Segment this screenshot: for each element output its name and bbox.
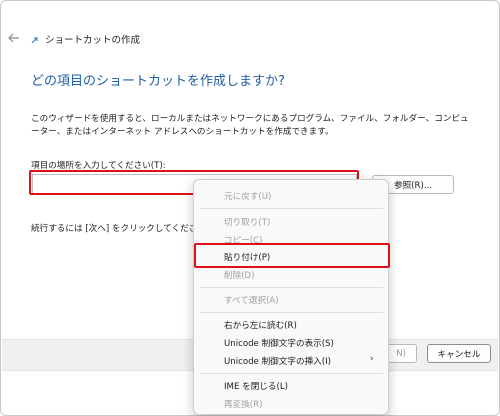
menu-separator	[200, 373, 383, 374]
continue-instruction: 続行するには [次へ] をクリックしてください。	[31, 224, 215, 234]
menu-item-reconvert[interactable]: 再変換(R)	[224, 398, 262, 410]
back-arrow-icon[interactable]	[5, 29, 23, 47]
menu-item-insert-unicode[interactable]: Unicode 制御文字の挿入(I)	[224, 355, 331, 367]
menu-item-right-to-left[interactable]: 右から左に読む(R)	[224, 319, 297, 331]
chevron-right-icon: ›	[370, 354, 374, 364]
page-heading: どの項目のショートカットを作成しますか?	[31, 74, 285, 89]
menu-separator	[200, 312, 383, 313]
menu-item-show-unicode[interactable]: Unicode 制御文字の表示(S)	[224, 337, 334, 349]
context-menu: 元に戻す(U) 切り取り(T) コピー(C) 貼り付け(P) 削除(D) すべて…	[193, 179, 389, 415]
menu-item-close-ime[interactable]: IME を閉じる(L)	[224, 380, 288, 392]
wizard-description: このウィザードを使用すると、ローカルまたはネットワークにあるプログラム、ファイル…	[31, 114, 469, 137]
menu-item-select-all[interactable]: すべて選択(A)	[224, 294, 279, 306]
menu-separator	[200, 208, 383, 209]
menu-item-undo[interactable]: 元に戻す(U)	[224, 190, 271, 202]
shortcut-icon	[31, 37, 38, 44]
menu-separator	[200, 287, 383, 288]
menu-item-delete[interactable]: 削除(D)	[224, 269, 255, 281]
title-bar: ショートカットの作成	[1, 1, 499, 46]
paste-highlight	[194, 243, 390, 268]
menu-item-cut[interactable]: 切り取り(T)	[224, 216, 270, 228]
cancel-button[interactable]: キャンセル	[427, 344, 491, 363]
window-title: ショートカットの作成	[45, 35, 141, 46]
